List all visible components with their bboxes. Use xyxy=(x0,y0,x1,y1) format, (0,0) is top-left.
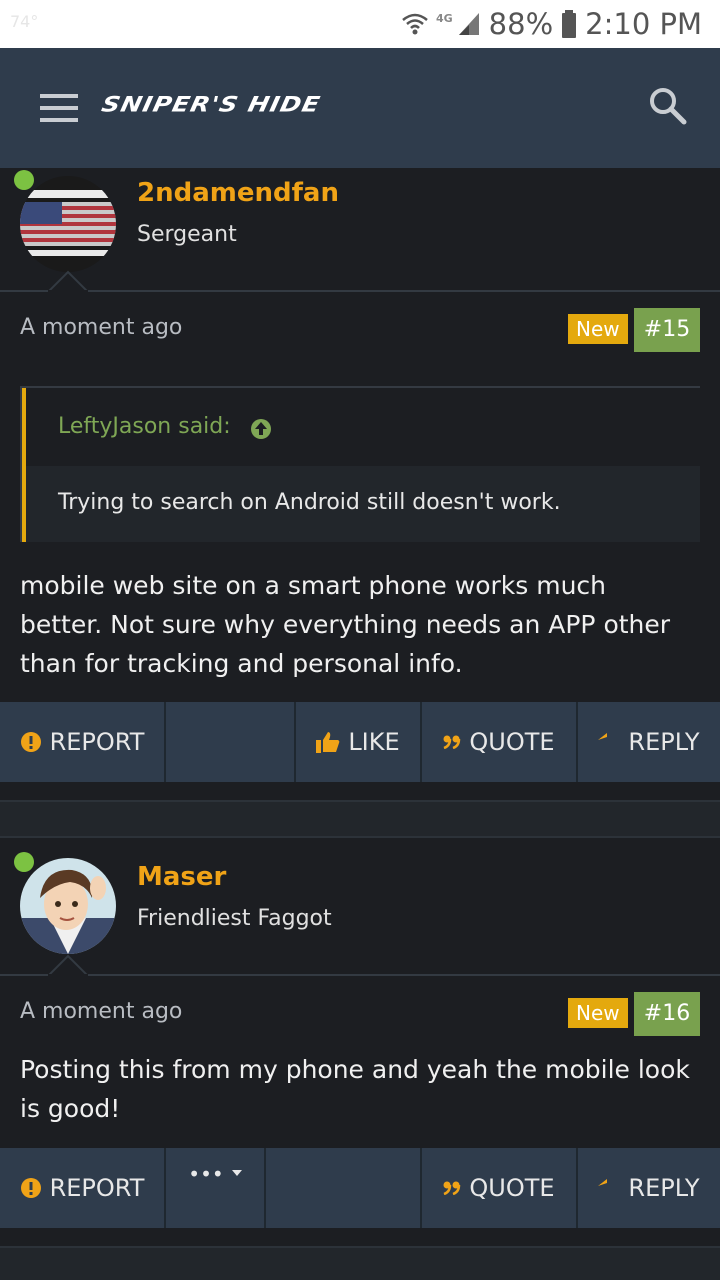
alert-icon xyxy=(20,731,42,753)
new-badge: New xyxy=(568,314,628,344)
online-status-indicator xyxy=(14,170,34,190)
more-options-button[interactable]: ••• xyxy=(166,1148,266,1228)
temperature-text: 74° xyxy=(10,12,39,31)
alert-icon xyxy=(20,1177,42,1199)
search-icon[interactable] xyxy=(646,84,690,128)
quote-header: LeftyJason said: xyxy=(24,388,700,466)
post-action-bar: REPORT LIKE QUOTE REPLY xyxy=(0,702,720,784)
post-body-line: Posting this from my phone and yeah the … xyxy=(20,1055,690,1084)
quote-author[interactable]: LeftyJason said: xyxy=(58,414,231,439)
report-button[interactable]: REPORT xyxy=(0,702,166,782)
post-body: Posting this from my phone and yeah the … xyxy=(20,1050,700,1128)
username-link[interactable]: 2ndamendfan xyxy=(137,178,339,208)
more-dots-label: ••• xyxy=(188,1162,224,1186)
wifi-icon xyxy=(402,13,428,35)
quote-button[interactable]: QUOTE xyxy=(422,702,578,782)
avatar-pointer-arrow xyxy=(48,954,88,976)
post-timestamp[interactable]: A moment ago xyxy=(20,315,182,340)
arrow-up-circle-icon[interactable] xyxy=(250,418,272,440)
thumbs-up-icon xyxy=(316,731,340,753)
empty-action-slot xyxy=(266,1148,422,1228)
quote-label: QUOTE xyxy=(469,728,555,756)
battery-icon xyxy=(562,10,577,38)
post-separator xyxy=(0,1246,720,1280)
post-body-line: better. Not sure why everything needs an… xyxy=(20,610,671,639)
menu-icon[interactable] xyxy=(40,94,78,122)
status-bar: 74° 4G 88% 2:10 PM xyxy=(0,0,720,48)
post-number-badge[interactable]: #15 xyxy=(634,308,700,352)
post-action-bar: REPORT ••• QUOTE REPLY xyxy=(0,1148,720,1230)
quote-body: Trying to search on Android still doesn'… xyxy=(24,466,700,542)
caret-down-icon xyxy=(231,1162,242,1176)
quote-label: QUOTE xyxy=(469,1174,555,1202)
avatar[interactable] xyxy=(14,170,116,272)
post-user-header: Maser Friendliest Faggot xyxy=(0,840,720,976)
signal-icon xyxy=(458,13,479,35)
quote-marks-icon xyxy=(443,1181,461,1195)
reply-label: REPLY xyxy=(628,728,700,756)
reply-button[interactable]: REPLY xyxy=(578,1148,720,1228)
empty-action-slot xyxy=(166,702,296,782)
header-divider xyxy=(0,974,720,976)
new-badge: New xyxy=(568,998,628,1028)
reply-button[interactable]: REPLY xyxy=(578,702,720,782)
reply-arrow-icon xyxy=(598,733,620,751)
quote-marks-icon xyxy=(443,735,461,749)
report-button[interactable]: REPORT xyxy=(0,1148,166,1228)
reply-label: REPLY xyxy=(628,1174,700,1202)
avatar[interactable] xyxy=(14,852,116,954)
post-body: mobile web site on a smart phone works m… xyxy=(20,566,700,683)
battery-percent: 88% xyxy=(488,7,554,41)
post-body-line: than for tracking and personal info. xyxy=(20,649,463,678)
quote-text: Trying to search on Android still doesn'… xyxy=(58,490,561,515)
post-separator xyxy=(0,800,720,838)
site-logo[interactable]: SNIPER'S HIDE xyxy=(99,92,323,117)
app-header: SNIPER'S HIDE xyxy=(0,48,720,168)
quote-block: LeftyJason said: Trying to search on And… xyxy=(20,386,700,542)
user-title: Sergeant xyxy=(137,222,237,247)
quote-button[interactable]: QUOTE xyxy=(422,1148,578,1228)
post-body-line: mobile web site on a smart phone works m… xyxy=(20,571,606,600)
report-label: REPORT xyxy=(49,1174,145,1202)
anime-avatar-image xyxy=(20,858,116,954)
avatar-pointer-arrow xyxy=(48,270,88,292)
user-title: Friendliest Faggot xyxy=(137,906,332,931)
flag-avatar-image xyxy=(20,176,116,272)
online-status-indicator xyxy=(14,852,34,872)
post-number-badge[interactable]: #16 xyxy=(634,992,700,1036)
post-timestamp[interactable]: A moment ago xyxy=(20,999,182,1024)
header-divider xyxy=(0,290,720,292)
reply-arrow-icon xyxy=(598,1179,620,1197)
report-label: REPORT xyxy=(49,728,145,756)
like-button[interactable]: LIKE xyxy=(296,702,422,782)
clock-text: 2:10 PM xyxy=(585,7,702,41)
like-label: LIKE xyxy=(348,728,400,756)
username-link[interactable]: Maser xyxy=(137,862,226,892)
post-user-header: 2ndamendfan Sergeant xyxy=(0,168,720,292)
quote-accent-bar xyxy=(22,388,26,542)
post-body-line: is good! xyxy=(20,1094,121,1123)
network-type-label: 4G xyxy=(435,11,453,25)
